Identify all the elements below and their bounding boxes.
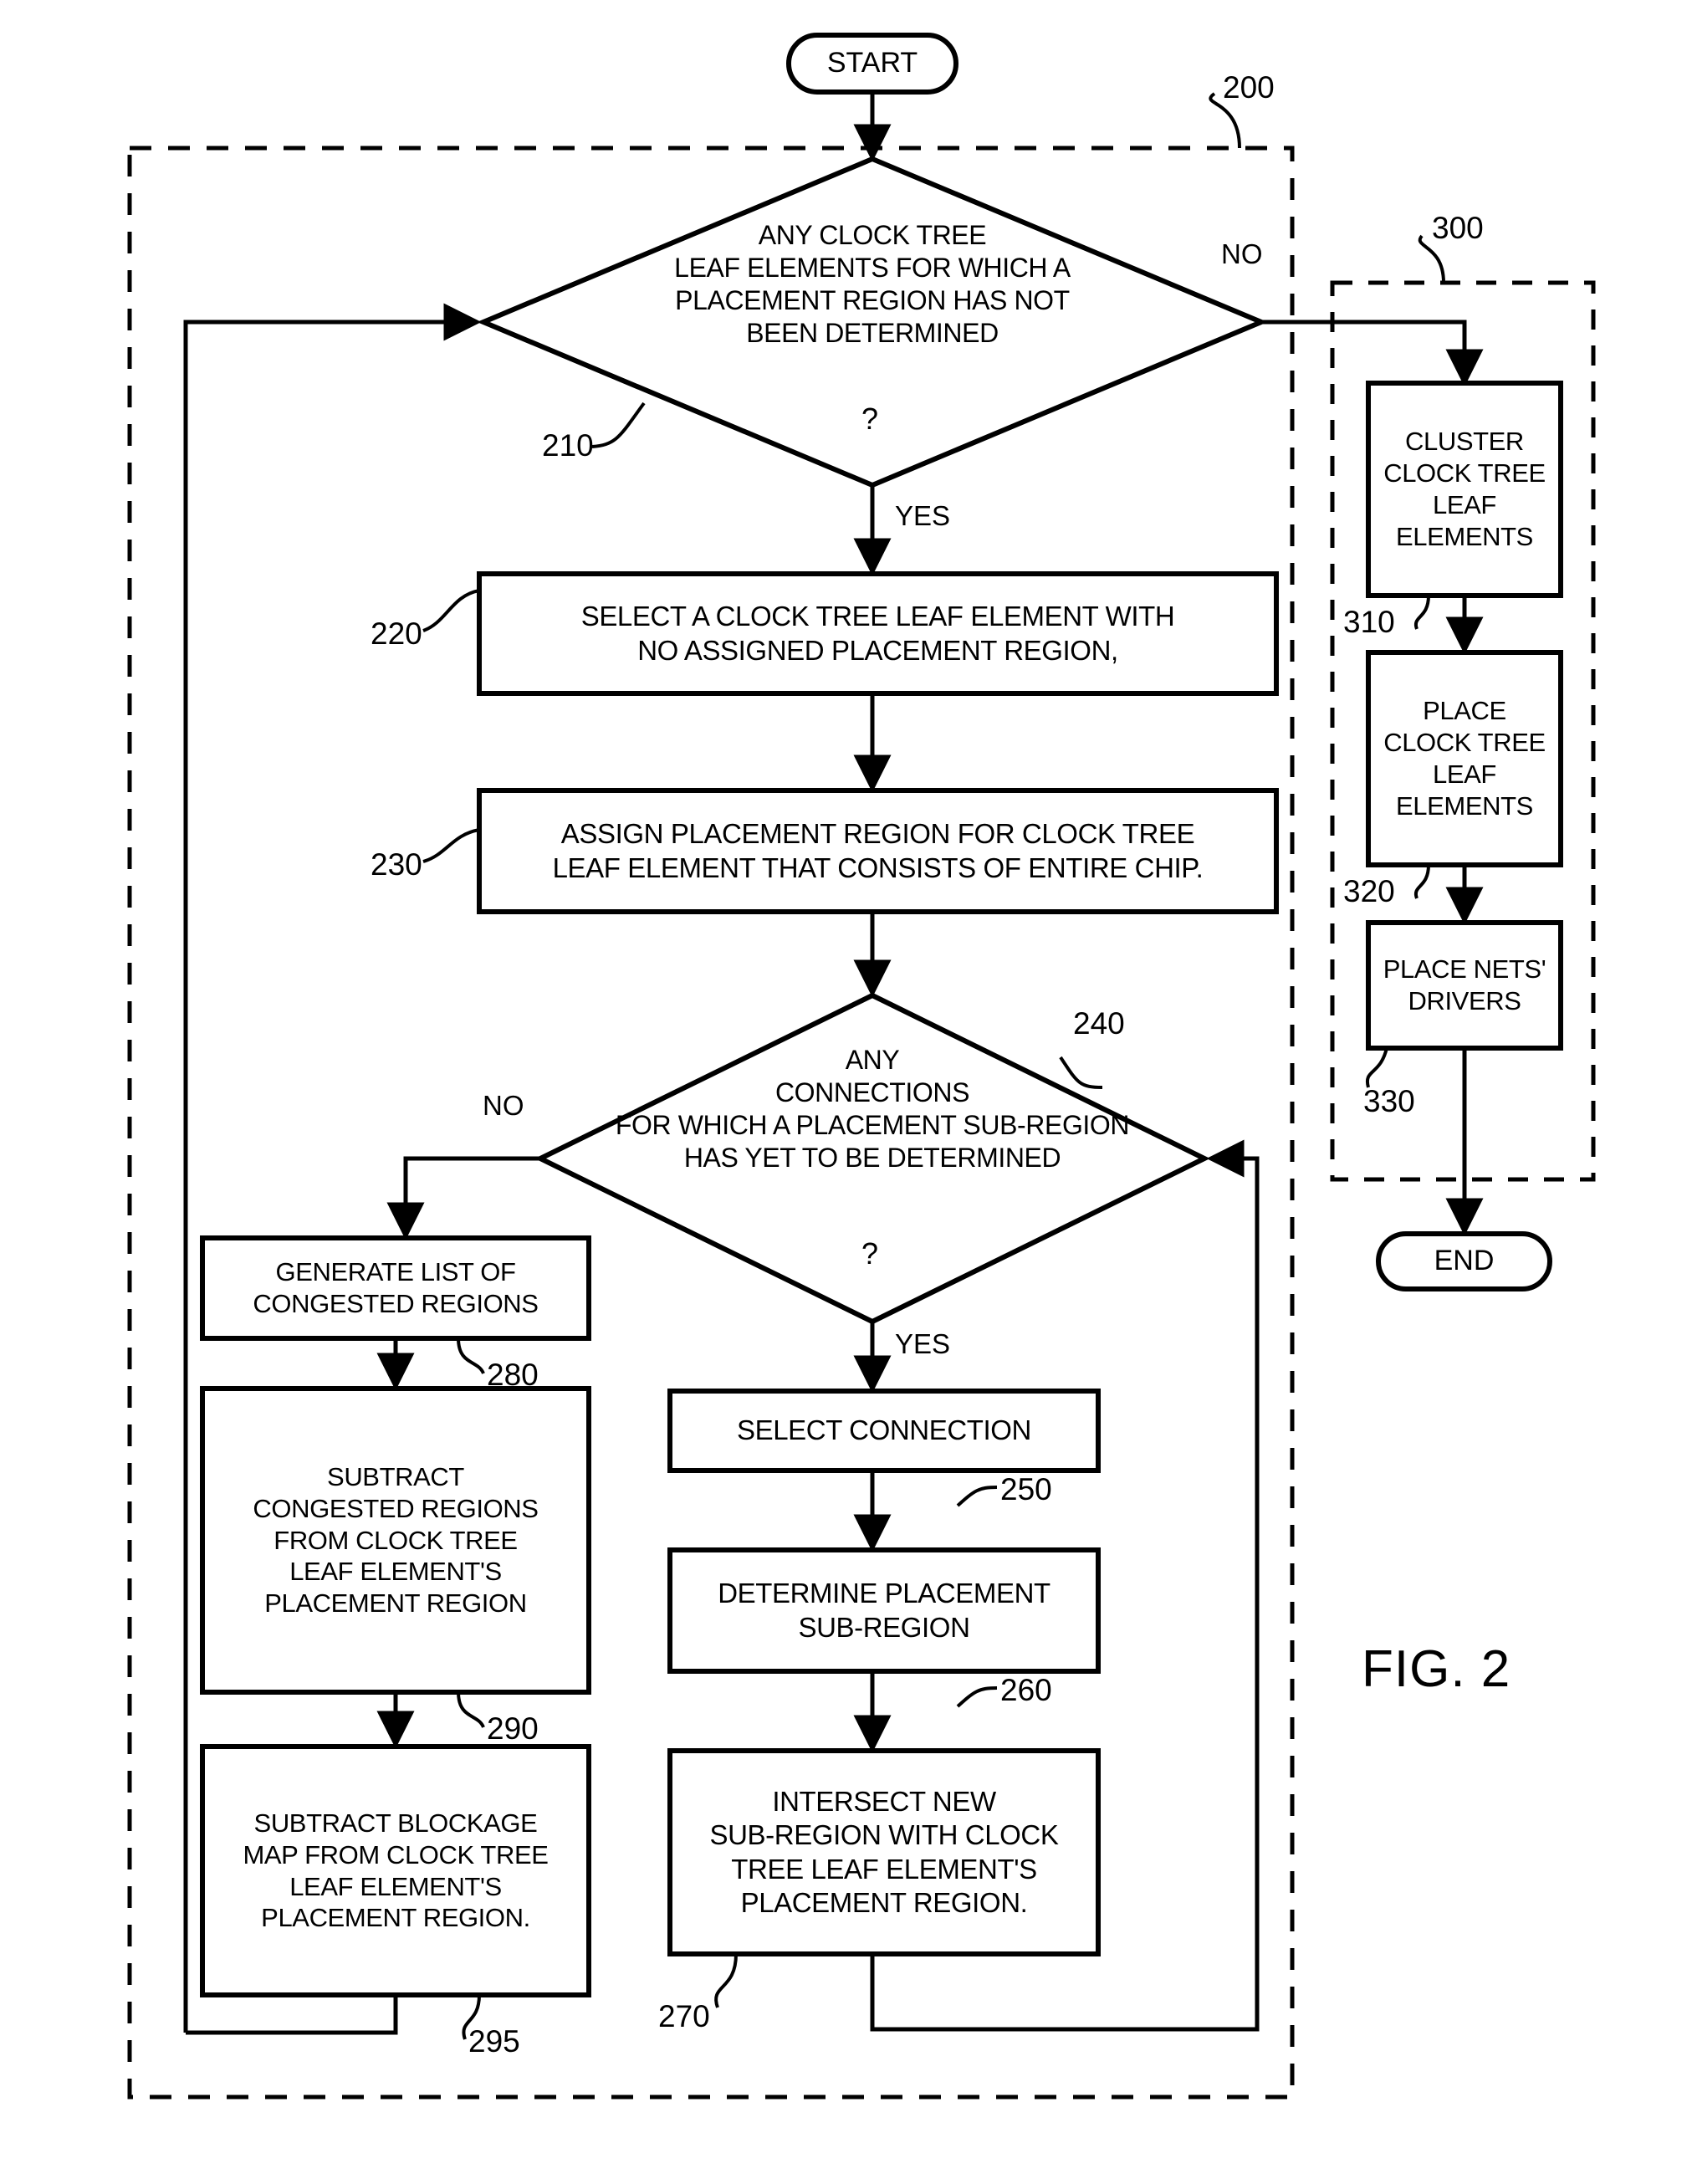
ref-number-300: 300 [1432,211,1484,245]
ref-number-200: 200 [1223,70,1275,105]
leader-240 [1059,1056,1103,1089]
process-290-shape[interactable] [200,1386,591,1695]
leader-310 [1413,595,1430,630]
ref-number-310: 310 [1343,605,1395,639]
leader-320 [1413,864,1430,899]
leader-250 [956,1486,998,1507]
edge-295-to-loopback [186,1995,398,2035]
branch-label-240-no: NO [483,1090,524,1121]
ref-number-210: 210 [542,428,594,463]
ref-number-240: 240 [1073,1006,1125,1041]
end-terminal-shape[interactable] [1376,1231,1552,1291]
process-320-shape[interactable] [1366,650,1563,867]
leader-260 [956,1686,998,1708]
process-295-shape[interactable] [200,1744,591,1997]
process-310-shape[interactable] [1366,381,1563,598]
process-230-shape[interactable] [477,788,1279,914]
process-260-shape[interactable] [667,1547,1101,1674]
ref-number-280: 280 [487,1358,539,1392]
decision-240-question-mark: ? [861,1236,879,1271]
figure-label: FIG. 2 [1362,1640,1511,1698]
leader-330 [1365,1047,1388,1088]
branch-label-210-no: NO [1221,238,1263,269]
leader-270 [714,1953,738,2008]
start-terminal-shape[interactable] [786,33,958,95]
process-280-shape[interactable] [200,1235,591,1341]
ref-number-270: 270 [658,1999,710,2033]
flowchart-canvas [127,33,1596,2100]
decision-210-question-mark: ? [861,402,879,436]
ref-number-260: 260 [1000,1673,1052,1707]
ref-number-295: 295 [468,2024,520,2059]
leader-220 [422,589,480,632]
decision-240-shape[interactable] [534,992,1210,1325]
leader-280 [457,1338,485,1374]
ref-number-220: 220 [371,616,422,651]
ref-number-320: 320 [1343,874,1395,908]
edge-240-no-to-280 [386,1156,540,1240]
process-250-shape[interactable] [667,1389,1101,1473]
patent-figure-page: START ANY CLOCK TREE LEAF ELEMENTS FOR W… [0,0,1692,2184]
ref-number-230: 230 [371,847,422,882]
ref-number-250: 250 [1000,1472,1052,1506]
leader-210 [591,402,646,448]
branch-label-240-yes: YES [895,1328,951,1359]
process-270-shape[interactable] [667,1748,1101,1956]
leader-230 [422,828,480,863]
process-330-shape[interactable] [1366,920,1563,1051]
ref-number-330: 330 [1363,1084,1415,1118]
branch-label-210-yes: YES [895,500,951,531]
leader-290 [457,1691,485,1728]
ref-number-290: 290 [487,1711,539,1746]
process-220-shape[interactable] [477,571,1279,696]
